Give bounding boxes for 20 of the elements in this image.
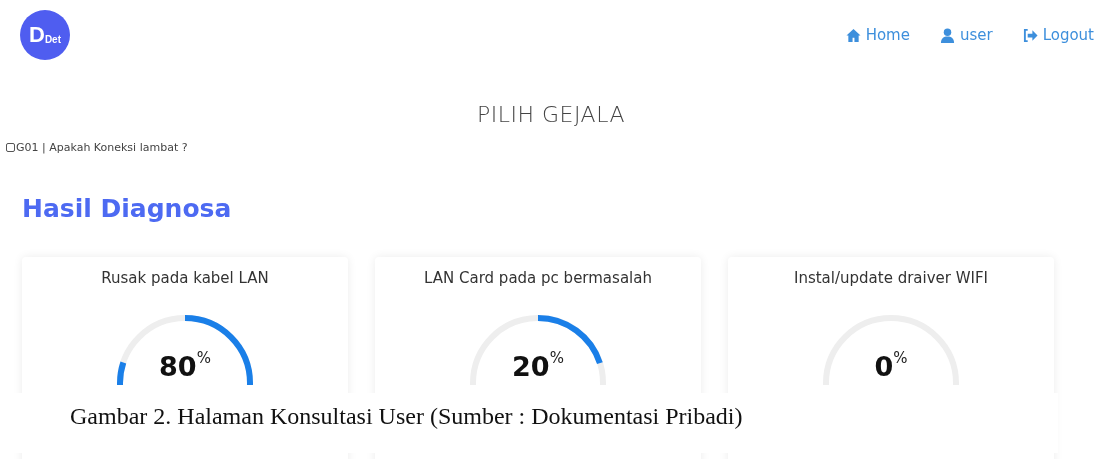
- user-icon: [939, 27, 955, 43]
- logo[interactable]: DDet: [20, 10, 70, 60]
- percent-sign: %: [549, 349, 564, 367]
- home-icon: [845, 27, 861, 43]
- card-title: Instal/update draiver WIFI: [793, 269, 989, 287]
- logout-icon: [1022, 27, 1038, 43]
- section-heading: Hasil Diagnosa: [22, 194, 233, 223]
- symptom-label: G01 | Apakah Koneksi lambat ?: [16, 141, 188, 154]
- percentage-value: 0: [874, 351, 894, 382]
- card-title: LAN Card pada pc bermasalah: [424, 269, 652, 287]
- card-title: Rusak pada kabel LAN: [101, 269, 269, 287]
- page-title: PILIH GEJALA: [476, 102, 626, 127]
- percent-sign: %: [893, 349, 908, 367]
- nav-link[interactable]: user: [939, 26, 993, 44]
- percentage-value: 20: [512, 351, 550, 382]
- checkbox[interactable]: [6, 143, 15, 152]
- percent-sign: %: [196, 349, 211, 367]
- nav-link[interactable]: Home: [845, 26, 910, 44]
- nav-link[interactable]: Logout: [1022, 26, 1094, 44]
- percentage-value: 80: [159, 351, 197, 382]
